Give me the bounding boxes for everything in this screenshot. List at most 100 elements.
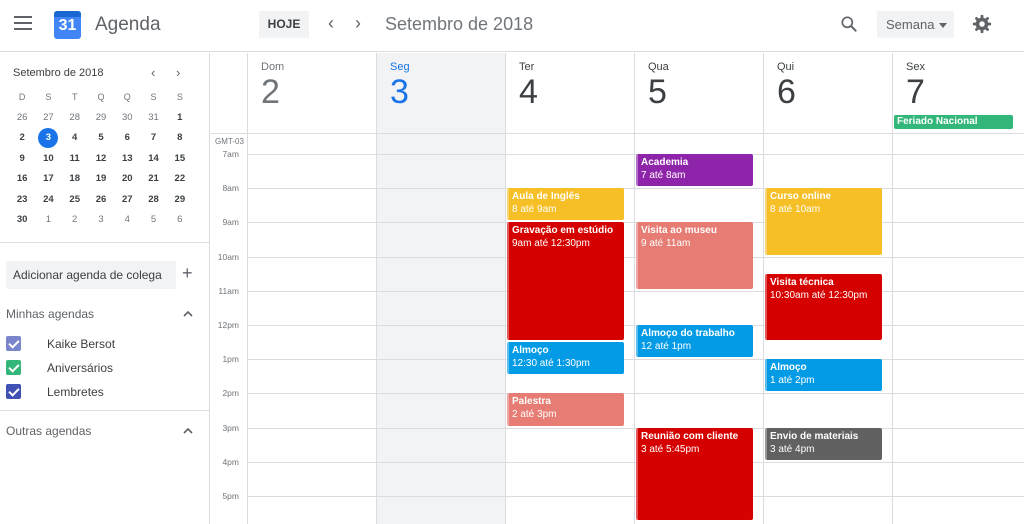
checkbox-checked-icon[interactable] — [6, 384, 21, 399]
all-day-event[interactable]: Feriado Nacional — [894, 115, 1013, 129]
day-header[interactable]: Qua 5 — [634, 53, 763, 133]
mini-day[interactable]: 29 — [88, 108, 114, 129]
add-calendar-plus-icon[interactable]: + — [182, 263, 193, 284]
calendar-event[interactable]: Almoço 1 até 2pm — [765, 359, 882, 392]
mini-day-number: 21 — [148, 173, 159, 184]
mini-day[interactable]: 27 — [114, 190, 140, 211]
mini-day[interactable]: 29 — [167, 190, 193, 211]
calendar-event[interactable]: Gravação em estúdio 9am até 12:30pm — [507, 222, 624, 341]
mini-day-number: 8 — [177, 132, 183, 143]
day-number[interactable]: 7 — [906, 73, 925, 112]
mini-day[interactable]: 28 — [62, 108, 88, 129]
mini-weekday-header: T — [71, 92, 78, 102]
mini-day[interactable]: 8 — [167, 128, 193, 149]
mini-weekday-header: S — [150, 92, 157, 102]
mini-day-number: 17 — [43, 173, 54, 184]
calendar-event[interactable]: Almoço 12:30 até 1:30pm — [507, 342, 624, 375]
calendar-event[interactable]: Visita ao museu 9 até 11am — [636, 222, 753, 289]
checkbox-checked-icon[interactable] — [6, 336, 21, 351]
other-calendars-title[interactable]: Outras agendas — [6, 424, 91, 438]
search-icon[interactable] — [839, 14, 859, 34]
day-number[interactable]: 6 — [777, 73, 796, 112]
calendar-event[interactable]: Palestra 2 até 3pm — [507, 393, 624, 426]
mini-day[interactable]: 14 — [140, 149, 166, 170]
day-header[interactable]: Ter 4 — [505, 53, 634, 133]
calendar-item-label: Aniversários — [47, 361, 114, 375]
mini-day[interactable]: 27 — [35, 108, 61, 129]
mini-day[interactable]: 4 — [62, 128, 88, 149]
mini-day[interactable]: 13 — [114, 149, 140, 170]
calendar-event[interactable]: Almoço do trabalho 12 até 1pm — [636, 325, 753, 358]
mini-day[interactable]: 18 — [62, 169, 88, 190]
mini-day[interactable]: 6 — [167, 210, 193, 231]
mini-day[interactable]: 15 — [167, 149, 193, 170]
day-number[interactable]: 5 — [648, 73, 667, 112]
mini-day[interactable]: 31 — [140, 108, 166, 129]
chevron-up-icon[interactable] — [183, 426, 193, 436]
previous-week-icon[interactable]: ‹ — [328, 13, 334, 33]
mini-day[interactable]: 1 — [35, 210, 61, 231]
chevron-up-icon[interactable] — [183, 309, 193, 319]
mini-day[interactable]: 5 — [88, 128, 114, 149]
mini-day[interactable]: 30 — [9, 210, 35, 231]
mini-day[interactable]: 2 — [9, 128, 35, 149]
mini-day[interactable]: 3 — [88, 210, 114, 231]
calendar-item[interactable]: Kaike Bersot — [6, 334, 196, 354]
checkbox-checked-icon[interactable] — [6, 360, 21, 375]
mini-day[interactable]: 12 — [88, 149, 114, 170]
mini-day[interactable]: 26 — [88, 190, 114, 211]
calendar-item[interactable]: Lembretes — [6, 382, 196, 402]
mini-day-number: 9 — [19, 152, 25, 164]
mini-day[interactable]: 16 — [9, 169, 35, 190]
day-header[interactable]: Seg 3 — [376, 53, 505, 133]
day-header[interactable]: Qui 6 — [763, 53, 892, 133]
calendar-event[interactable]: Reunião com cliente 3 até 5:45pm — [636, 427, 753, 520]
calendar-event[interactable]: Curso online 8 até 10am — [765, 188, 882, 255]
mini-day[interactable]: 21 — [140, 169, 166, 190]
add-colleague-calendar-input[interactable]: Adicionar agenda de colega — [6, 261, 176, 289]
my-calendars-title[interactable]: Minhas agendas — [6, 307, 94, 321]
mini-day[interactable]: 22 — [167, 169, 193, 190]
calendar-event[interactable]: Academia 7 até 8am — [636, 154, 753, 187]
today-button[interactable]: HOJE — [259, 11, 309, 38]
day-header[interactable]: Dom 2 — [247, 53, 376, 133]
hour-label: 10am — [217, 251, 239, 262]
mini-day[interactable]: 28 — [140, 190, 166, 211]
hour-label: 8am — [222, 183, 239, 194]
calendar-event[interactable]: Visita técnica 10:30am até 12:30pm — [765, 273, 882, 341]
day-number[interactable]: 3 — [390, 73, 409, 112]
mini-weekday-row: DSTQQSS — [9, 87, 193, 108]
mini-day[interactable]: 11 — [62, 149, 88, 170]
mini-day[interactable]: 2 — [62, 210, 88, 231]
mini-day[interactable]: 10 — [35, 149, 61, 170]
mini-day[interactable]: 7 — [140, 128, 166, 149]
day-number[interactable]: 2 — [261, 73, 280, 112]
calendar-item[interactable]: Aniversários — [6, 358, 196, 378]
next-week-icon[interactable]: › — [355, 13, 361, 33]
mini-day[interactable]: 17 — [35, 169, 61, 190]
mini-day[interactable]: 24 — [35, 190, 61, 211]
mini-day[interactable]: 1 — [167, 108, 193, 129]
grid-vertical-line — [505, 53, 506, 524]
mini-day[interactable]: 3 — [35, 128, 61, 149]
mini-day[interactable]: 19 — [88, 169, 114, 190]
mini-day-number: 4 — [72, 132, 78, 143]
view-selector[interactable]: Semana — [877, 11, 954, 38]
mini-day[interactable]: 5 — [140, 210, 166, 231]
mini-day[interactable]: 30 — [114, 108, 140, 129]
main-menu-icon[interactable] — [14, 16, 32, 30]
mini-day-number: 28 — [148, 193, 159, 205]
mini-day[interactable]: 4 — [114, 210, 140, 231]
calendar-event[interactable]: Aula de Inglês 8 até 9am — [507, 188, 624, 221]
mini-day[interactable]: 9 — [9, 149, 35, 170]
mini-next-month-icon[interactable]: › — [176, 65, 180, 80]
mini-day[interactable]: 20 — [114, 169, 140, 190]
mini-day[interactable]: 26 — [9, 108, 35, 129]
mini-day[interactable]: 6 — [114, 128, 140, 149]
mini-day[interactable]: 25 — [62, 190, 88, 211]
mini-day[interactable]: 23 — [9, 190, 35, 211]
mini-prev-month-icon[interactable]: ‹ — [151, 65, 155, 80]
calendar-event[interactable]: Envio de materiais 3 até 4pm — [765, 427, 882, 460]
gear-icon[interactable] — [971, 13, 993, 35]
day-number[interactable]: 4 — [519, 73, 538, 112]
